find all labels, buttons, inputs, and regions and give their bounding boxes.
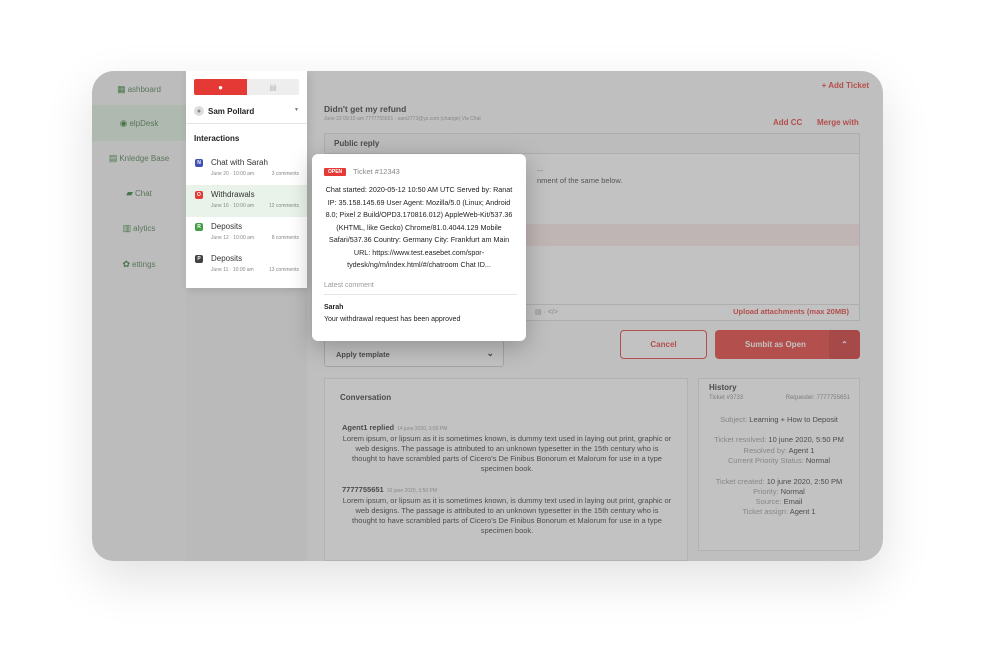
status-badge: N	[195, 159, 203, 167]
status-badge: O	[195, 191, 203, 199]
ticket-number: Ticket #12343	[353, 167, 400, 176]
interaction-date: June 16 · 10:00 am	[211, 203, 255, 209]
interactions-panel: ● ▤ ● Sam Pollard ▼ Interactions N Chat …	[186, 71, 307, 288]
divider	[324, 294, 517, 295]
user-icon: ●	[218, 82, 223, 92]
status-badge: R	[195, 223, 203, 231]
interactions-title: Interactions	[194, 134, 240, 143]
interaction-count: 8 comments	[271, 235, 299, 241]
comment-text: Your withdrawal request has been approve…	[324, 316, 461, 323]
interaction-count: 13 comments	[268, 267, 299, 273]
avatar: ●	[194, 106, 204, 116]
list-item[interactable]: P Deposits June 11 · 10:00 am 13 comment…	[186, 249, 307, 281]
interaction-date: June 11 · 10:00 am	[211, 267, 254, 273]
caret-down-icon: ▼	[294, 107, 299, 113]
interaction-count: 3 comments	[271, 171, 299, 177]
interaction-name: Deposits	[211, 254, 243, 263]
user-name: Sam Pollard	[208, 106, 255, 116]
user-view-toggle[interactable]: ●	[194, 79, 247, 95]
app-window: ▦ ashboard ◉ elpDesk ▤ Knledge Base ▰ Ch…	[92, 71, 883, 561]
interaction-name: Deposits	[211, 222, 243, 231]
interaction-date: June 20 · 10:00 am	[211, 171, 255, 177]
interaction-count: 12 comments	[268, 203, 299, 209]
comment-author: Sarah	[324, 304, 344, 311]
status-badge: OPEN	[324, 168, 347, 176]
latest-comment-label: Latest comment	[324, 282, 374, 289]
user-selector[interactable]: ● Sam Pollard ▼	[194, 104, 299, 118]
ticket-preview-card[interactable]: OPEN Ticket #12343 Chat started: 2020-05…	[312, 154, 526, 341]
list-item[interactable]: R Deposits June 12 · 10:00 am 8 comments	[186, 217, 307, 249]
list-view-toggle[interactable]: ▤	[247, 79, 299, 95]
view-toggle[interactable]: ● ▤	[194, 79, 299, 95]
interaction-name: Chat with Sarah	[211, 158, 268, 167]
chat-details: Chat started: 2020-05-12 10:50 AM UTC Se…	[325, 185, 513, 269]
interaction-name: Withdrawals	[211, 190, 255, 199]
interactions-list: N Chat with Sarah June 20 · 10:00 am 3 c…	[186, 153, 307, 281]
interaction-date: June 12 · 10:00 am	[211, 235, 255, 241]
list-icon: ▤	[269, 82, 277, 92]
list-item[interactable]: N Chat with Sarah June 20 · 10:00 am 3 c…	[186, 153, 307, 185]
status-badge: P	[195, 255, 203, 263]
divider	[186, 123, 307, 124]
list-item[interactable]: O Withdrawals June 16 · 10:00 am 12 comm…	[186, 185, 307, 217]
